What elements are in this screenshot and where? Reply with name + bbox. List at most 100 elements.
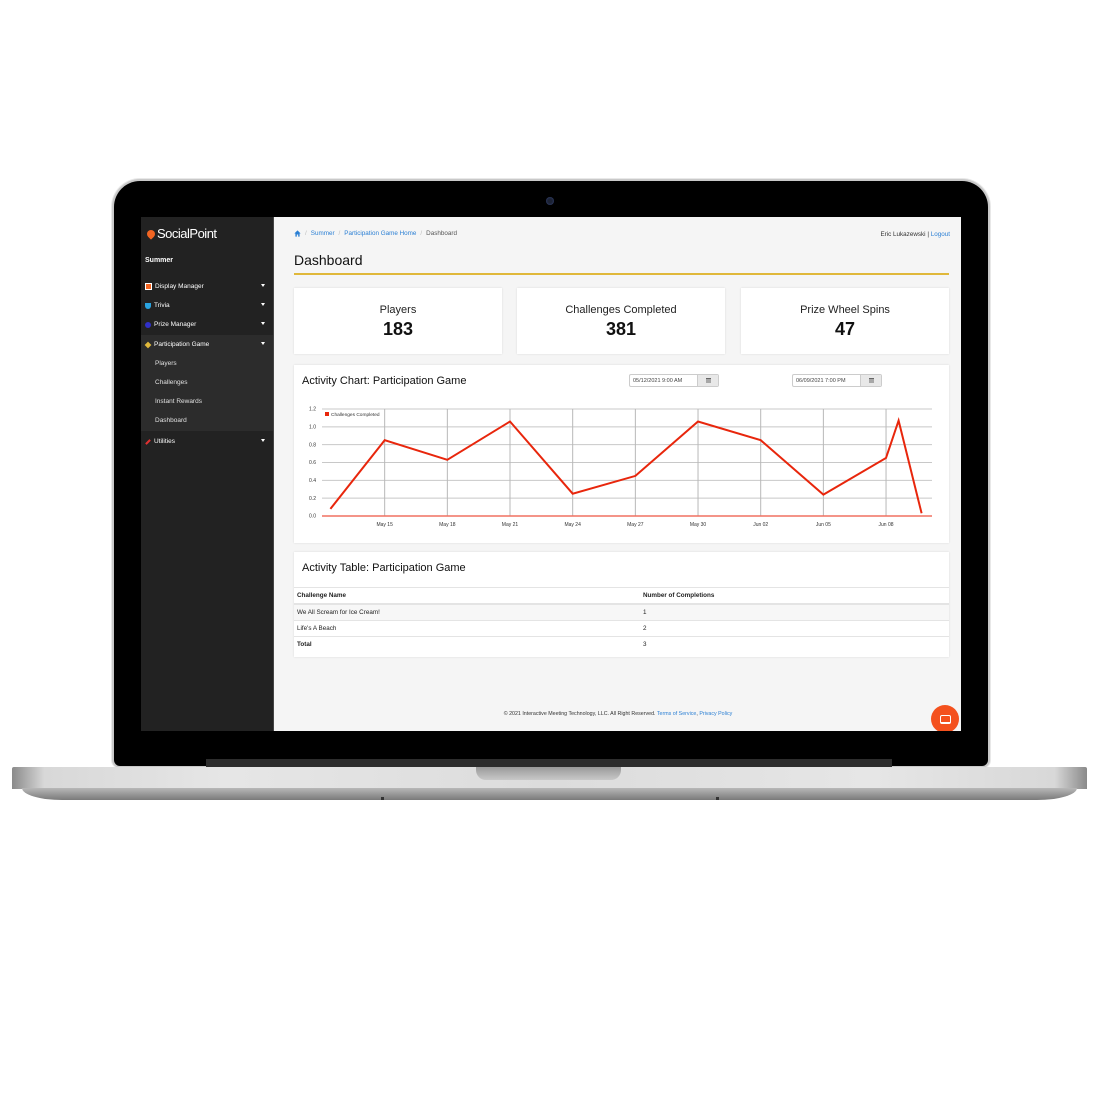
- calendar-icon: [868, 378, 874, 383]
- table-row: Life's A Beach 2: [294, 620, 949, 637]
- image-icon: [145, 283, 152, 290]
- home-icon[interactable]: [294, 230, 301, 237]
- laptop-notch: [476, 767, 621, 780]
- breadcrumb-separator: /: [305, 230, 307, 237]
- location-pin-icon: [145, 227, 157, 240]
- screen: SocialPoint Summer Display Manager Trivi…: [141, 217, 961, 731]
- participation-game-submenu: Players Challenges Instant Rewards Dashb…: [141, 354, 273, 431]
- breadcrumb-participation-game-home[interactable]: Participation Game Home: [344, 230, 416, 237]
- sidebar: SocialPoint Summer Display Manager Trivi…: [141, 217, 273, 731]
- y-tick-label: 1.2: [309, 407, 316, 413]
- logout-link[interactable]: Logout: [931, 231, 950, 238]
- breadcrumb-current: Dashboard: [426, 230, 457, 237]
- x-tick-label: Jun 08: [879, 522, 894, 528]
- stat-value: 381: [605, 319, 637, 339]
- challenge-name-cell: We All Scream for Ice Cream!: [294, 603, 640, 621]
- wrench-icon: [145, 438, 151, 445]
- submenu-item-dashboard[interactable]: Dashboard: [155, 411, 187, 430]
- main-content: / Summer / Participation Game Home / Das…: [273, 217, 961, 731]
- stat-card-players: Players 183: [294, 288, 502, 354]
- end-date-calendar-button[interactable]: [860, 375, 881, 386]
- caret-down-icon: [261, 303, 265, 306]
- chart-title: Activity Chart: Participation Game: [302, 375, 467, 387]
- logo[interactable]: SocialPoint: [145, 226, 217, 241]
- caret-down-icon: [261, 439, 265, 442]
- y-tick-label: 0.0: [309, 514, 316, 520]
- privacy-policy-link[interactable]: Privacy Policy: [699, 711, 732, 717]
- column-header-challenge-name[interactable]: Challenge Name: [294, 587, 640, 605]
- x-tick-label: May 24: [564, 522, 581, 528]
- calendar-icon: [705, 378, 711, 383]
- x-tick-label: Jun 02: [753, 522, 768, 528]
- y-tick-label: 1.0: [309, 425, 316, 431]
- breadcrumb-separator: /: [420, 230, 423, 237]
- caret-down-icon: [261, 284, 265, 287]
- x-tick-label: May 30: [690, 522, 707, 528]
- sidebar-item-utilities[interactable]: Utilities: [141, 432, 273, 451]
- breadcrumb: / Summer / Participation Game Home / Das…: [294, 230, 457, 237]
- stat-label: Challenges Completed: [565, 304, 677, 316]
- sidebar-item-prize-manager[interactable]: Prize Manager: [141, 315, 273, 334]
- sidebar-item-display-manager[interactable]: Display Manager: [141, 277, 273, 296]
- stat-card-challenges-completed: Challenges Completed 381: [517, 288, 725, 354]
- sidebar-item-label: Trivia: [154, 302, 170, 309]
- start-date-input[interactable]: 05/12/2021 9:00 AM: [630, 375, 697, 386]
- chat-widget-button[interactable]: [931, 705, 959, 731]
- caret-down-icon: [261, 342, 265, 345]
- column-header-number-of-completions[interactable]: Number of Completions: [640, 587, 949, 605]
- end-date-picker[interactable]: 06/09/2021 7:00 PM: [792, 374, 882, 387]
- event-name: Summer: [145, 257, 174, 264]
- caret-down-icon: [261, 322, 265, 325]
- circle-icon: [145, 321, 151, 328]
- title-divider: [294, 273, 949, 275]
- stat-value: 183: [382, 319, 414, 339]
- sidebar-item-trivia[interactable]: Trivia: [141, 296, 273, 315]
- submenu-item-challenges[interactable]: Challenges: [155, 373, 188, 392]
- x-tick-label: May 15: [376, 522, 393, 528]
- activity-chart-panel: Activity Chart: Participation Game 05/12…: [294, 365, 949, 543]
- x-tick-label: Jun 05: [816, 522, 831, 528]
- activity-table: Challenge Name Number of Completions We …: [294, 587, 949, 652]
- sidebar-item-label: Participation Game: [154, 341, 210, 348]
- y-tick-label: 0.6: [309, 460, 316, 466]
- legend-swatch: [325, 412, 329, 416]
- terms-of-service-link[interactable]: Terms of Service: [657, 711, 696, 717]
- stat-value: 47: [834, 319, 856, 339]
- completions-cell: 1: [640, 603, 949, 621]
- stat-card-prize-wheel-spins: Prize Wheel Spins 47: [741, 288, 949, 354]
- sidebar-item-label: Display Manager: [155, 283, 204, 290]
- end-date-input[interactable]: 06/09/2021 7:00 PM: [793, 375, 860, 386]
- trophy-icon: [145, 302, 151, 309]
- table-header-row: Challenge Name Number of Completions: [294, 587, 949, 605]
- laptop-foot: [716, 797, 719, 800]
- copyright-text: © 2021 Interactive Meeting Technology, L…: [503, 711, 656, 717]
- stat-label: Players: [379, 304, 417, 316]
- laptop-base-bottom: [22, 788, 1077, 800]
- camera-icon: [546, 197, 554, 205]
- total-label-cell: Total: [294, 636, 640, 652]
- breadcrumb-summer[interactable]: Summer: [311, 230, 335, 237]
- user-info: Eric Lukazewski | Logout: [880, 231, 950, 238]
- logo-text: SocialPoint: [157, 226, 217, 241]
- y-tick-label: 0.8: [309, 442, 316, 448]
- table-total-row: Total 3: [294, 636, 949, 652]
- sidebar-item-participation-game[interactable]: Participation Game: [141, 335, 273, 354]
- page-title: Dashboard: [294, 252, 363, 268]
- chat-icon: [939, 714, 951, 724]
- start-date-calendar-button[interactable]: [697, 375, 718, 386]
- submenu-item-players[interactable]: Players: [155, 354, 177, 373]
- laptop-foot: [381, 797, 384, 800]
- total-value-cell: 3: [640, 636, 949, 652]
- x-tick-label: May 18: [439, 522, 456, 528]
- completions-cell: 2: [640, 620, 949, 637]
- legend-label: Challenges Completed: [331, 412, 380, 418]
- puzzle-icon: [144, 341, 152, 348]
- submenu-item-instant-rewards[interactable]: Instant Rewards: [155, 392, 202, 411]
- y-tick-label: 0.4: [309, 478, 316, 484]
- start-date-picker[interactable]: 05/12/2021 9:00 AM: [629, 374, 719, 387]
- x-tick-label: May 21: [502, 522, 519, 528]
- table-title: Activity Table: Participation Game: [302, 562, 466, 574]
- activity-table-panel: Activity Table: Participation Game Chall…: [294, 552, 949, 657]
- sidebar-item-label: Prize Manager: [154, 321, 197, 328]
- series-line: [329, 417, 923, 514]
